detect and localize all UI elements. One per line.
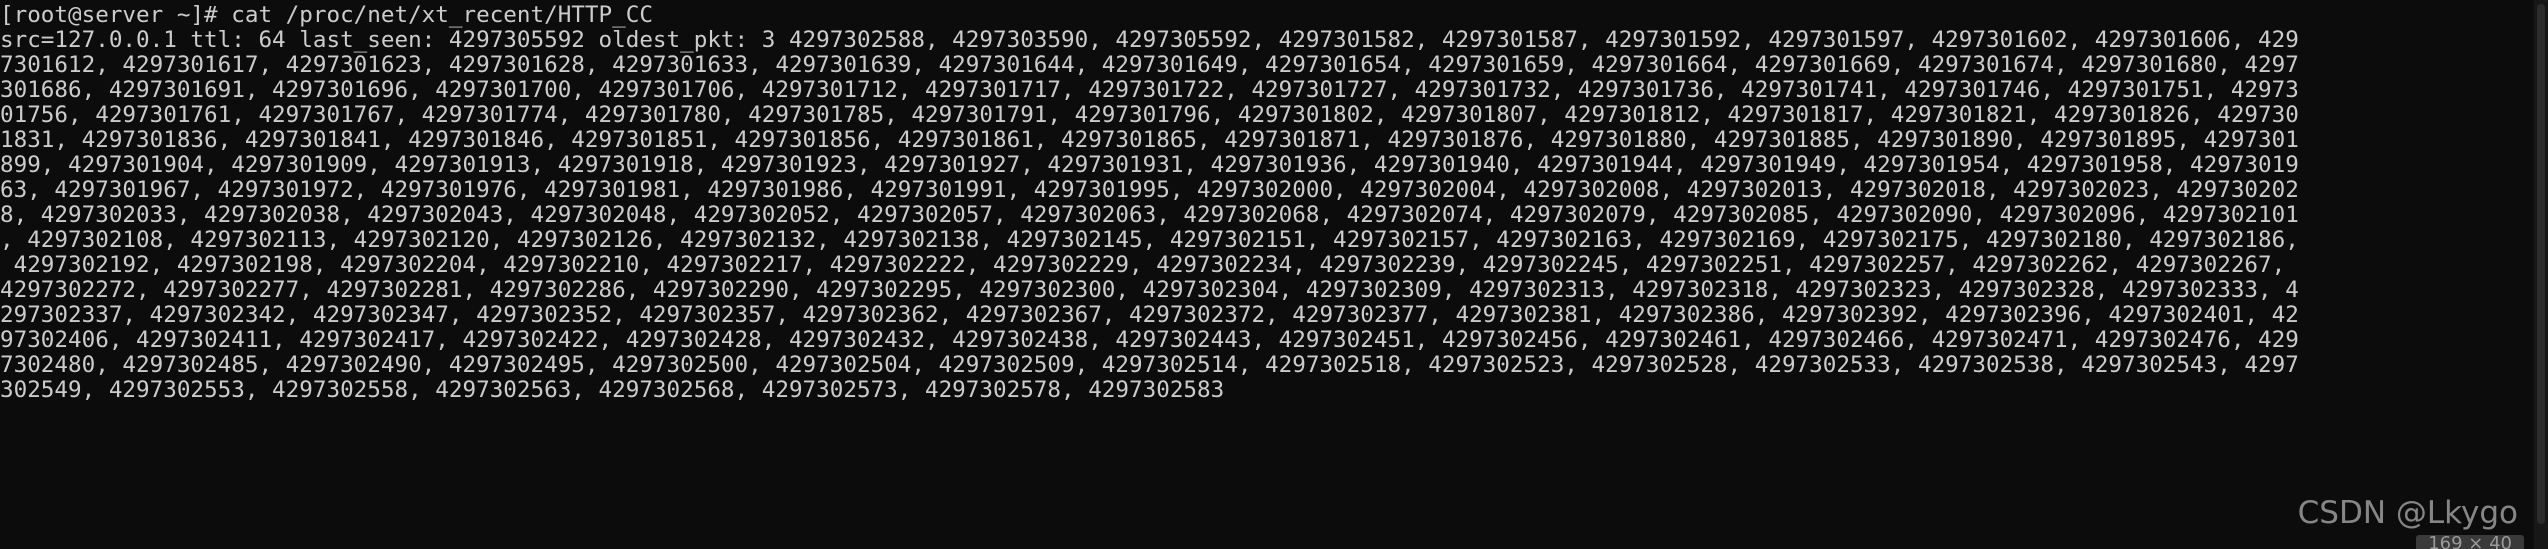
output-line: src=127.0.0.1 ttl: 64 last_seen: 4297305… [0, 28, 2299, 53]
output-line: 63, 4297301967, 4297301972, 4297301976, … [0, 178, 2299, 203]
output-line: 01756, 4297301761, 4297301767, 429730177… [0, 103, 2299, 128]
output-line: 4297302272, 4297302277, 4297302281, 4297… [0, 278, 2299, 303]
output-line: 97302406, 4297302411, 4297302417, 429730… [0, 328, 2299, 353]
output-line: 301686, 4297301691, 4297301696, 42973017… [0, 78, 2299, 103]
output-line: 7301612, 4297301617, 4297301623, 4297301… [0, 53, 2299, 78]
output-line: 8, 4297302033, 4297302038, 4297302043, 4… [0, 203, 2299, 228]
scrollbar-thumb[interactable] [2537, 4, 2545, 524]
terminal-window[interactable]: [root@server ~]# cat /proc/net/xt_recent… [0, 0, 2548, 549]
output-line: 4297302192, 4297302198, 4297302204, 4297… [0, 253, 2286, 278]
prompt-line: [root@server ~]# cat /proc/net/xt_recent… [0, 3, 653, 28]
watermark: CSDN @Lkygo [2297, 495, 2518, 531]
output-line: 302549, 4297302553, 4297302558, 42973025… [0, 378, 1225, 403]
output-line: 899, 4297301904, 4297301909, 4297301913,… [0, 153, 2299, 178]
terminal-size-indicator: 169 × 40 [2416, 535, 2524, 549]
output-line: , 4297302108, 4297302113, 4297302120, 42… [0, 228, 2299, 253]
output-line: 297302337, 4297302342, 4297302347, 42973… [0, 303, 2299, 328]
output-line: 1831, 4297301836, 4297301841, 4297301846… [0, 128, 2299, 153]
vertical-scrollbar[interactable] [2534, 0, 2548, 549]
output-line: 7302480, 4297302485, 4297302490, 4297302… [0, 353, 2299, 378]
